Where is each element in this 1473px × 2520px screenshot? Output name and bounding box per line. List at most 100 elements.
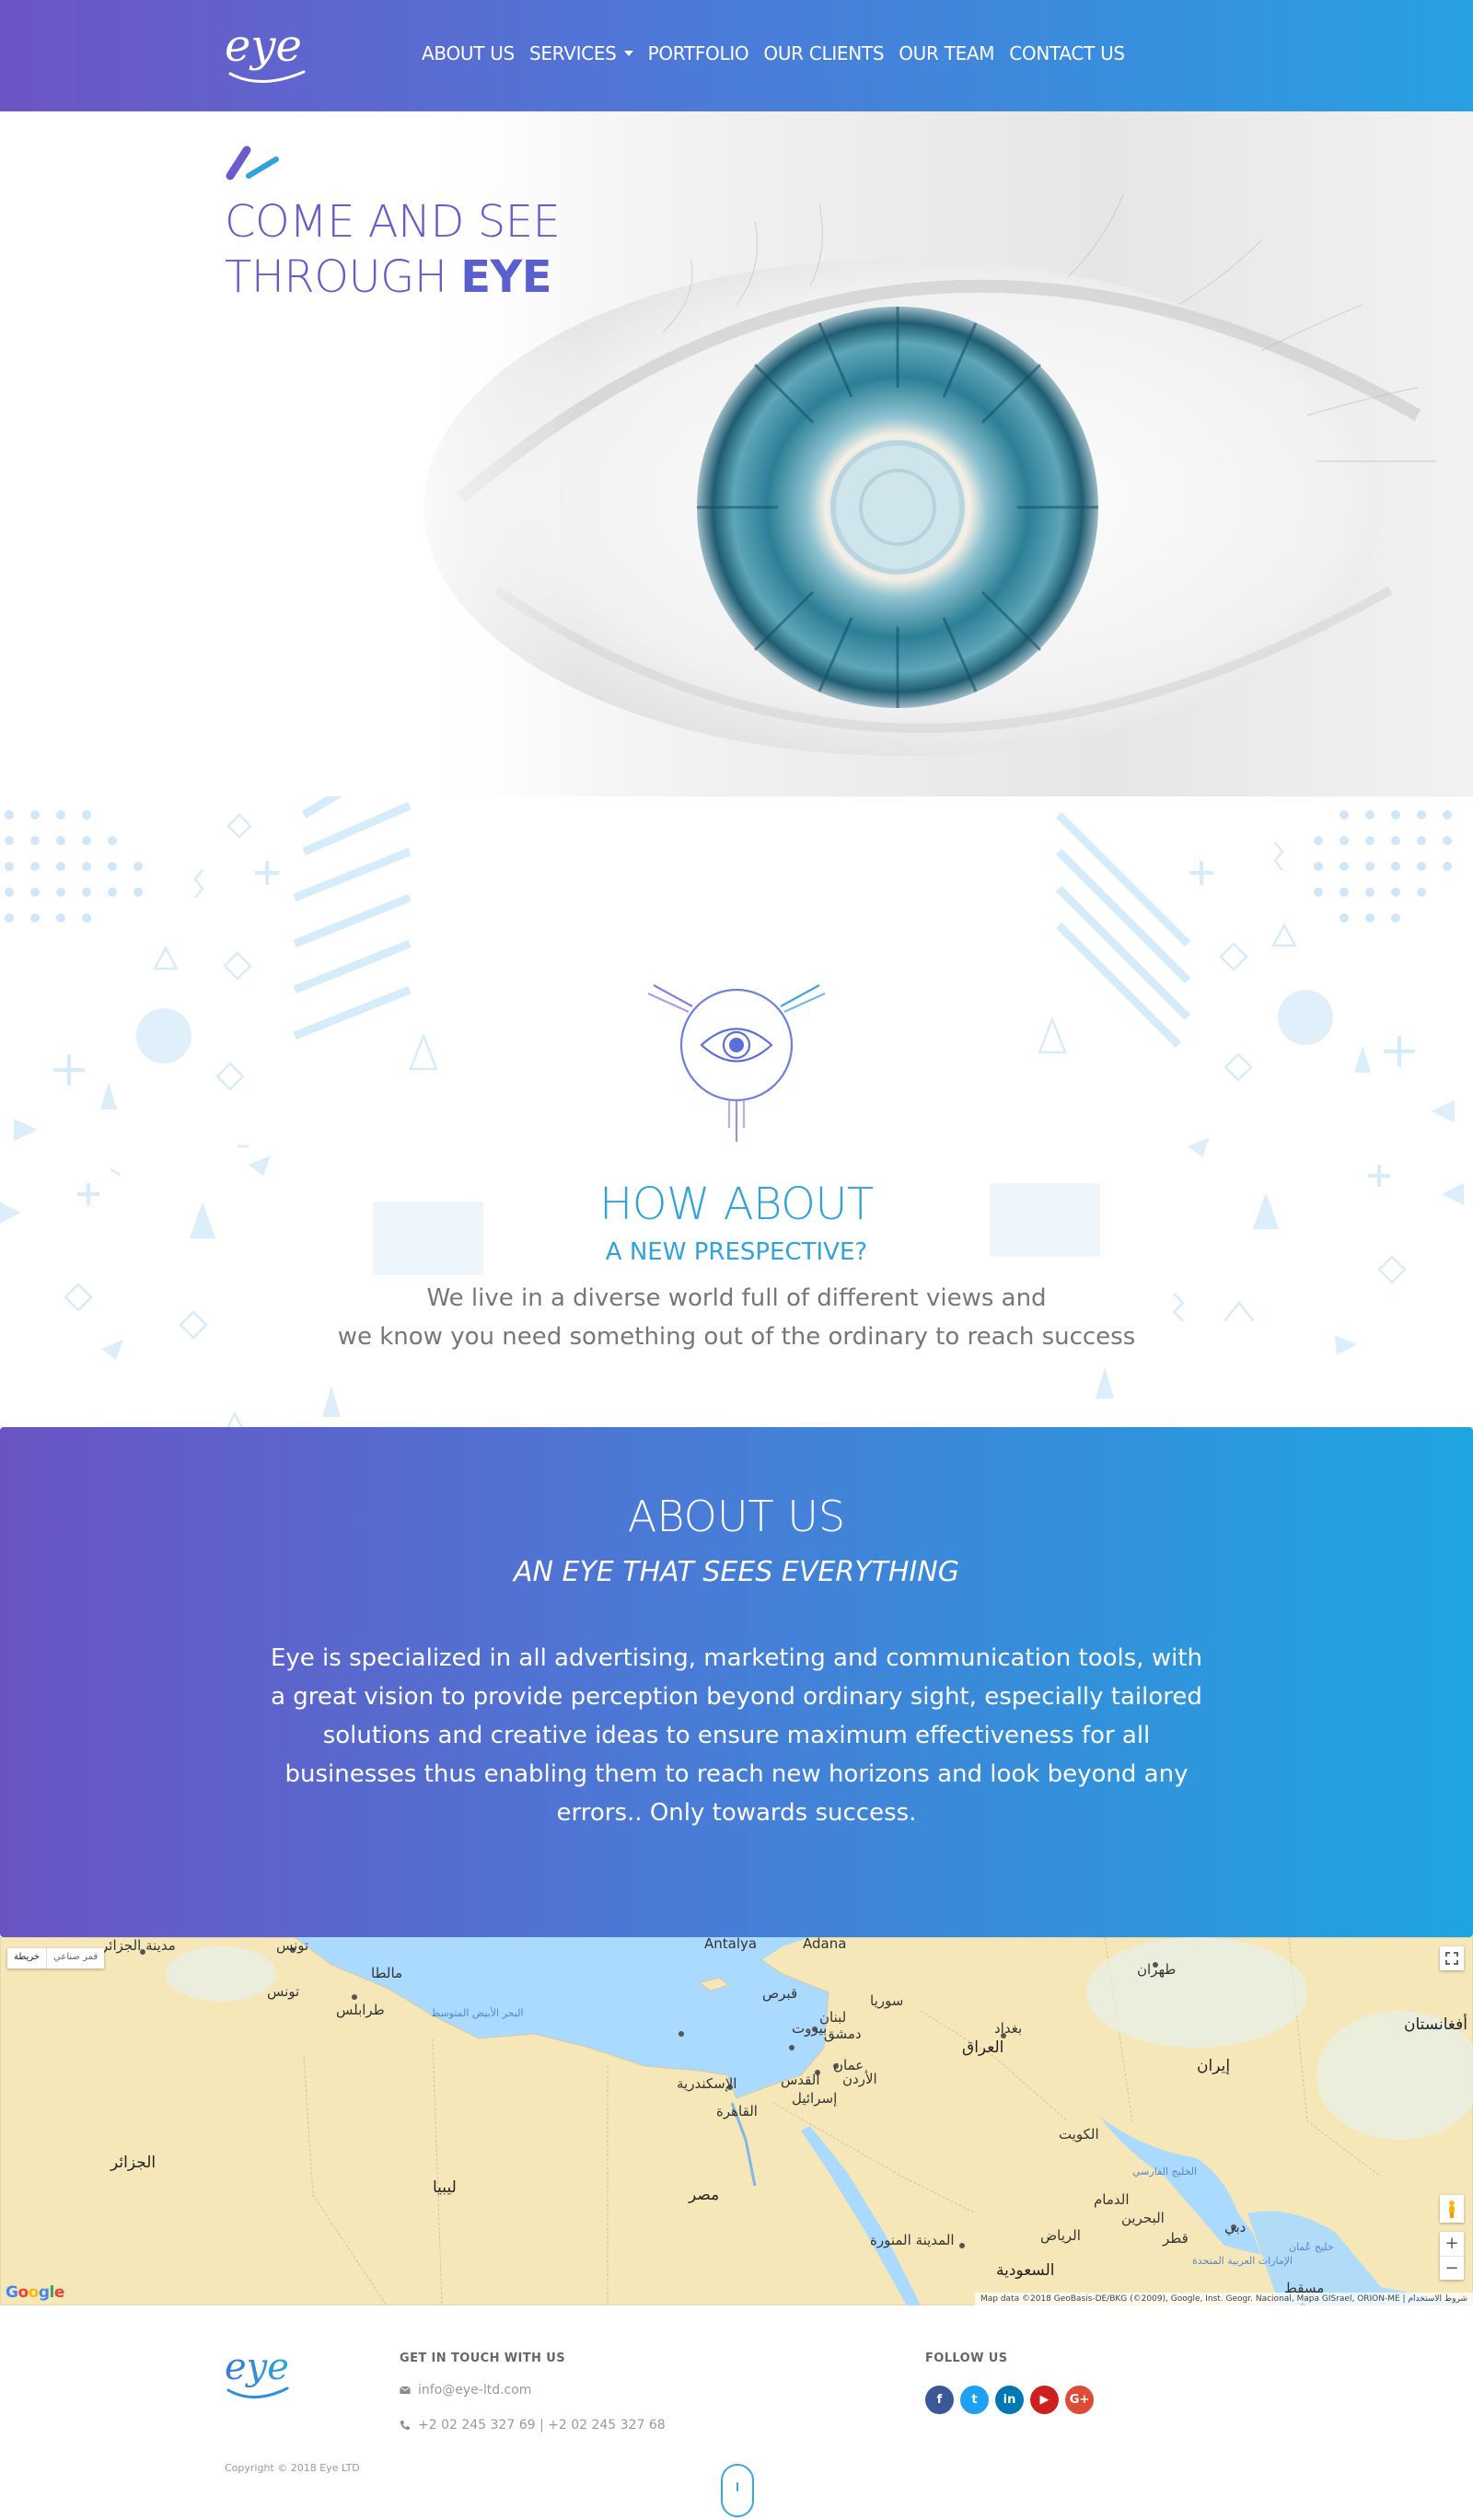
top-navbar: eye ABOUT US SERVICES PORTFOLIO OUR CLIE…: [0, 0, 1473, 111]
map-label-gulf: الخليج الفارسي: [1132, 2166, 1198, 2177]
contact-email-text[interactable]: info@eye-ltd.com: [418, 2383, 531, 2398]
map-label-oman-gulf: خليج عُمان: [1289, 2241, 1334, 2253]
map-label-cyprus: قبرص: [762, 1985, 798, 2002]
nav-services[interactable]: SERVICES: [529, 42, 633, 64]
follow-heading: FOLLOW US: [925, 2352, 1008, 2365]
footer-eye-logo[interactable]: eye: [225, 2342, 291, 2407]
brush-strokes-icon: [226, 145, 279, 180]
contact-heading: GET IN TOUCH WITH US: [400, 2352, 565, 2365]
map-label-algiers: مدينة الجزائر: [101, 1937, 176, 1954]
map-label-syria: سوريا: [870, 1992, 904, 2009]
youtube-icon[interactable]: ▶: [1030, 2386, 1059, 2414]
nav-contact-us[interactable]: CONTACT US: [1009, 42, 1125, 64]
map-land: [0, 1937, 1473, 2305]
nav-portfolio[interactable]: PORTFOLIO: [648, 42, 749, 64]
contact-phone-text: +2 02 245 327 69 | +2 02 245 327 68: [418, 2418, 666, 2433]
dot-grid-left: [5, 810, 143, 923]
contact-phone: +2 02 245 327 69 | +2 02 245 327 68: [400, 2418, 666, 2433]
dot-grid-right: [1314, 810, 1452, 923]
map-label-kuwait: الكويت: [1059, 2126, 1099, 2143]
map-label-jerusalem: القدس: [781, 2072, 820, 2088]
perspective-section: HOW ABOUT A NEW PRESPECTIVE? We live in …: [0, 796, 1473, 1427]
twitter-icon[interactable]: t: [960, 2386, 989, 2414]
eye-emblem-icon: [647, 984, 826, 1142]
map-label-israel: إسرائيل: [792, 2090, 838, 2107]
map-label-saudi: السعودية: [996, 2261, 1055, 2280]
map-label-cairo: القاهرة: [716, 2103, 758, 2119]
about-us-description: Eye is specialized in all advertising, m…: [270, 1644, 1202, 1827]
how-about-line1: We live in a diverse world full of diffe…: [426, 1284, 1047, 1312]
zoom-controls: + −: [1440, 2232, 1464, 2280]
map-type-map[interactable]: خريطة: [7, 1948, 46, 1968]
map-label-tunis-2: تونس: [267, 1983, 300, 2000]
main-nav: ABOUT US SERVICES PORTFOLIO OUR CLIENTS …: [422, 42, 1125, 64]
nav-our-team[interactable]: OUR TEAM: [899, 42, 994, 64]
map-label-afghanistan: أفغانستان: [1404, 2015, 1467, 2034]
map-attribution[interactable]: Map data ©2018 GeoBasis-DE/BKG (©2009), …: [974, 2293, 1473, 2305]
linkedin-icon[interactable]: in: [995, 2386, 1024, 2414]
street-view-button[interactable]: [1440, 2195, 1464, 2223]
map-label-tehran: طهران: [1137, 1961, 1177, 1978]
map-label-egypt: مصر: [689, 2186, 720, 2204]
contact-email[interactable]: info@eye-ltd.com: [400, 2383, 531, 2398]
site-footer: eye Copyright © 2018 Eye LTD GET IN TOUC…: [0, 2305, 1473, 2520]
map-label-malta: مالطا: [371, 1965, 403, 1981]
copyright-text: Copyright © 2018 Eye LTD: [225, 2462, 360, 2474]
about-us-tagline: AN EYE THAT SEES EVERYTHING: [514, 1556, 959, 1588]
map-label-medina: المدينة المنورة: [870, 2232, 955, 2248]
map-label-baghdad: بغداد: [994, 2020, 1023, 2037]
how-about-subheading: A NEW PRESPECTIVE?: [605, 1238, 868, 1266]
map-type-toggle[interactable]: خريطة قمر صناعي: [7, 1948, 105, 1968]
map-label-iraq: العراق: [962, 2038, 1004, 2057]
pegman-icon: [1449, 2201, 1455, 2218]
chevron-down-icon: [623, 51, 633, 56]
zoom-out-button[interactable]: −: [1440, 2255, 1464, 2281]
mouse-scroll-icon: [736, 2482, 738, 2491]
map-label-adana: Adana: [803, 1937, 847, 1952]
google-plus-icon[interactable]: G+: [1065, 2386, 1094, 2414]
logo-text: eye: [225, 20, 302, 72]
nav-about-us[interactable]: ABOUT US: [422, 42, 515, 64]
zoom-in-button[interactable]: +: [1440, 2232, 1464, 2256]
map-label-damascus: دمشق: [824, 2026, 862, 2042]
hero-title-line2: THROUGH EYE: [225, 251, 552, 303]
phone-icon: [400, 2421, 410, 2430]
map-label-iran: إيران: [1197, 2057, 1231, 2075]
map-label-tripoli: طرابلس: [336, 2002, 385, 2018]
how-about-text: We live in a diverse world full of diffe…: [0, 1279, 1473, 1356]
map-label-dammam: الدمام: [1094, 2191, 1130, 2208]
map-type-satellite[interactable]: قمر صناعي: [46, 1948, 104, 1968]
fullscreen-icon: [1445, 1952, 1458, 1965]
footer-logo-text: eye: [225, 2346, 289, 2388]
location-map[interactable]: مدينة الجزائر تونس مالطا تونس طرابلس الب…: [0, 1937, 1473, 2305]
map-label-beirut: بيروت: [792, 2020, 828, 2037]
hero-title: COME AND SEE THROUGH EYE: [225, 194, 561, 305]
eye-logo[interactable]: eye: [225, 18, 309, 88]
map-label-riyadh: الرياض: [1040, 2227, 1081, 2244]
map-label-sea: البحر الأبيض المتوسط: [431, 2007, 524, 2019]
how-about-line2: we know you need something out of the or…: [337, 1323, 1136, 1351]
map-label-bahrain: البحرين: [1121, 2210, 1165, 2226]
map-label-libya: ليبيا: [433, 2178, 457, 2197]
how-about-heading: HOW ABOUT: [599, 1179, 874, 1230]
nav-our-clients[interactable]: OUR CLIENTS: [763, 42, 884, 64]
google-logo[interactable]: Google: [6, 2283, 64, 2302]
about-us-heading: ABOUT US: [627, 1492, 846, 1541]
hero-section: COME AND SEE THROUGH EYE: [0, 111, 1473, 796]
map-label-qatar: قطر: [1163, 2230, 1189, 2247]
map-label-tunis: تونس: [276, 1937, 309, 1954]
about-us-section: ABOUT US AN EYE THAT SEES EVERYTHING Eye…: [0, 1427, 1473, 1937]
envelope-icon: [400, 2386, 411, 2394]
map-label-jordan: الأردن: [842, 2071, 877, 2087]
map-label-antalya: Antalya: [704, 1937, 758, 1952]
map-label-dubai: دبي: [1224, 2219, 1247, 2235]
map-label-algeria: الجزائر: [110, 2154, 157, 2172]
fullscreen-button[interactable]: [1440, 1946, 1464, 1970]
facebook-icon[interactable]: f: [925, 2386, 954, 2414]
hero-title-line1: COME AND SEE: [225, 196, 561, 248]
hero-title-bold: EYE: [460, 251, 552, 303]
map-label-alexandria: الإسكندرية: [677, 2075, 737, 2092]
social-links: f t in ▶ G+: [925, 2386, 1094, 2414]
scroll-top-button[interactable]: [721, 2464, 754, 2517]
map-label-uae: الإمارات العربية المتحدة: [1192, 2255, 1293, 2267]
